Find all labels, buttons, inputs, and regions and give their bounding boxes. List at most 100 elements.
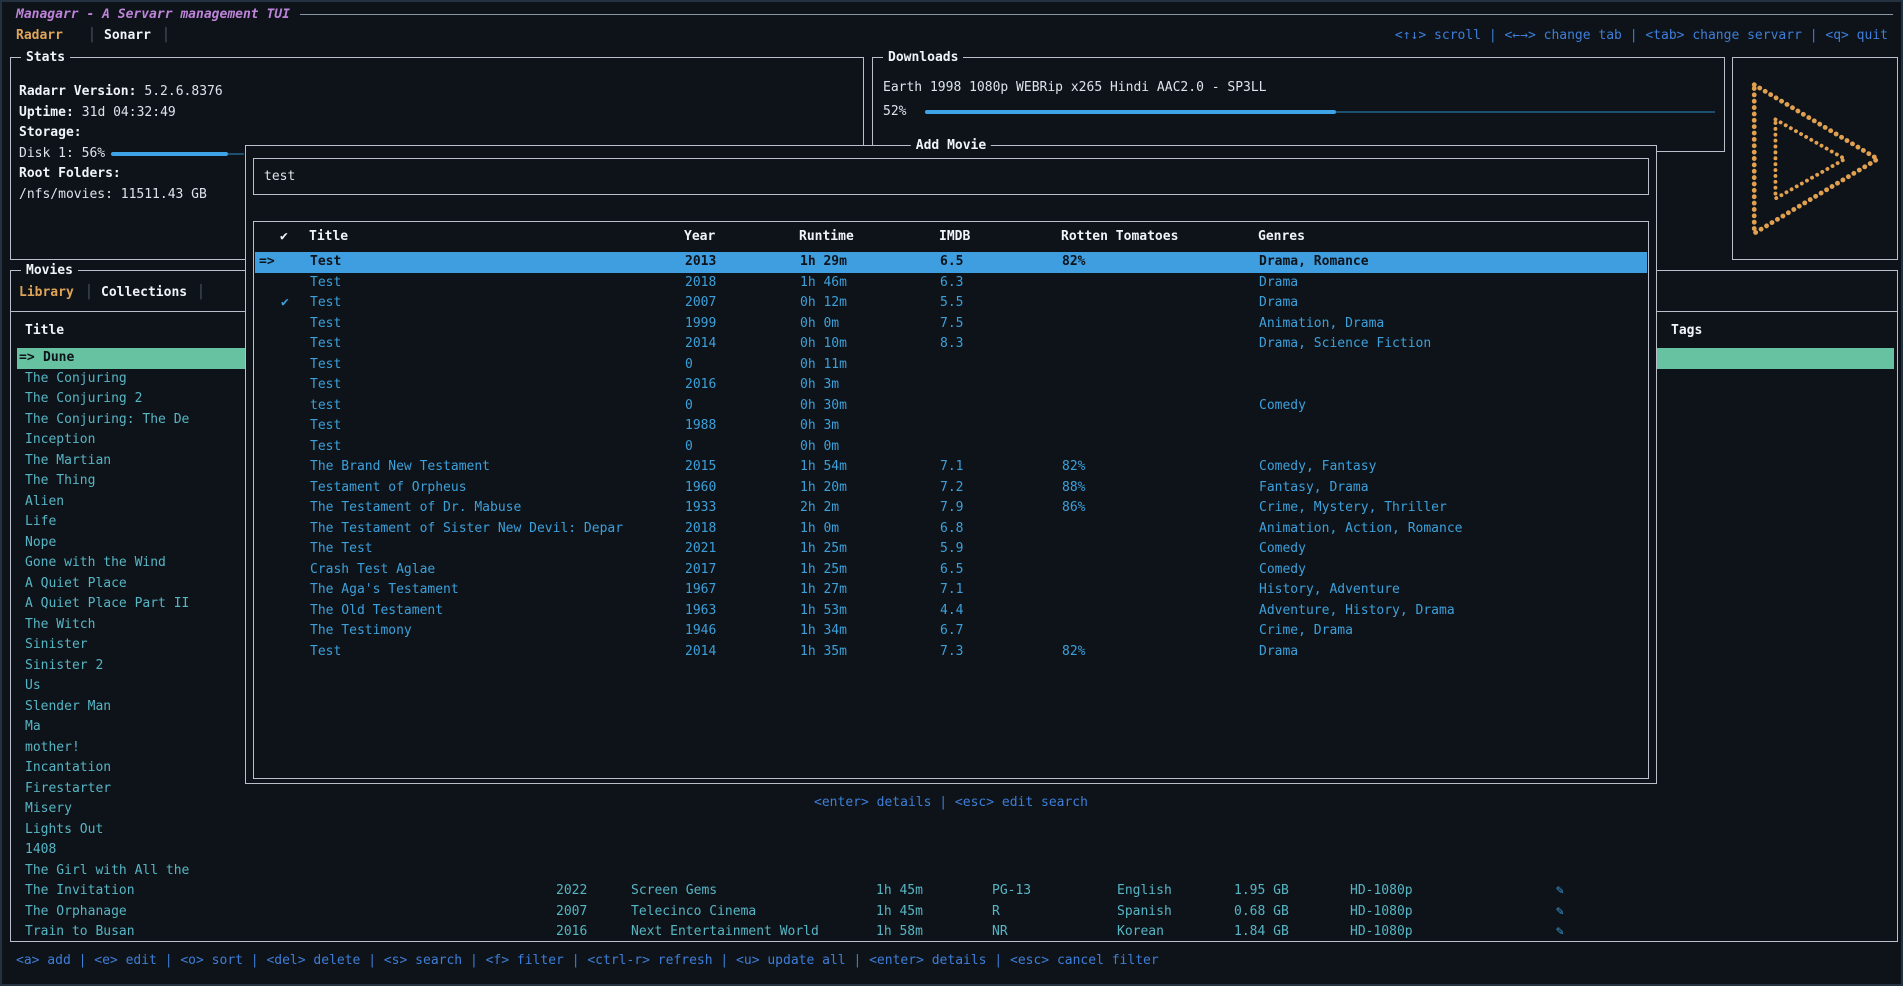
selection-arrow: => <box>19 348 35 369</box>
stats-version-line: Radarr Version:5.2.6.8376 <box>19 82 223 103</box>
movie-title: Life <box>25 514 56 529</box>
tab-sonarr[interactable]: Sonarr <box>104 26 151 46</box>
movie-quality: HD-1080p <box>1350 902 1413 923</box>
result-imdb: 7.5 <box>940 314 963 335</box>
header-imdb: IMDB <box>939 227 970 247</box>
downloads-panel-title: Downloads <box>883 48 963 67</box>
movie-title: The Invitation <box>25 883 135 898</box>
add-movie-results-rows: =>Test20131h 29m6.582%Drama, RomanceTest… <box>255 252 1647 662</box>
movie-year: 2007 <box>556 902 587 923</box>
result-imdb: 6.8 <box>940 519 963 540</box>
result-runtime: 1h 34m <box>800 621 847 642</box>
result-year: 1963 <box>685 601 716 622</box>
add-movie-result-row[interactable]: Test19880h 3m <box>255 416 1647 437</box>
result-genres: Comedy <box>1259 539 1306 560</box>
add-movie-result-row[interactable]: Crash Test Aglae20171h 25m6.5Comedy <box>255 560 1647 581</box>
result-genres: Comedy <box>1259 396 1306 417</box>
result-imdb: 7.1 <box>940 580 963 601</box>
movie-title: Us <box>25 678 41 693</box>
tab-radarr[interactable]: Radarr <box>16 26 63 46</box>
result-imdb: 6.3 <box>940 273 963 294</box>
result-title: The Testament of Dr. Mabuse <box>310 498 521 519</box>
movie-studio: Screen Gems <box>631 881 717 902</box>
add-movie-result-row[interactable]: ✔Test20070h 12m5.5Drama <box>255 293 1647 314</box>
movie-runtime: 1h 45m <box>876 881 923 902</box>
tab-separator: │ <box>85 283 93 303</box>
result-imdb: 6.7 <box>940 621 963 642</box>
stats-uptime-line: Uptime:31d 04:32:49 <box>19 103 176 124</box>
movie-year: 2016 <box>556 922 587 943</box>
result-title: Test <box>310 437 341 458</box>
column-header-tags: Tags <box>1671 321 1702 341</box>
download-release-name: Earth 1998 1080p WEBRip x265 Hindi AAC2.… <box>883 78 1267 99</box>
download-gauge-fill <box>925 110 1336 114</box>
result-title: The Test <box>310 539 373 560</box>
header-year: Year <box>684 227 715 247</box>
header-check: ✔ <box>280 227 288 247</box>
add-movie-result-row[interactable]: The Old Testament19631h 53m4.4Adventure,… <box>255 601 1647 622</box>
result-year: 1946 <box>685 621 716 642</box>
add-movie-result-row[interactable]: Test00h 0m <box>255 437 1647 458</box>
movie-title: Gone with the Wind <box>25 555 166 570</box>
stats-rootfolder-value: /nfs/movies: 11511.43 GB <box>19 185 207 206</box>
header-genres: Genres <box>1258 227 1305 247</box>
result-year: 2016 <box>685 375 716 396</box>
library-movie-row[interactable]: The Invitation2022Screen Gems1h 45mPG-13… <box>17 881 1894 902</box>
popup-keybinds: <enter> details | <esc> edit search <box>245 793 1657 813</box>
movie-title: The Girl with All the <box>25 863 189 878</box>
tab-collections[interactable]: Collections <box>101 283 187 303</box>
result-imdb: 5.9 <box>940 539 963 560</box>
result-title: Test <box>310 293 341 314</box>
add-movie-result-row[interactable]: Test20141h 35m7.382%Drama <box>255 642 1647 663</box>
header-rotten-tomatoes: Rotten Tomatoes <box>1061 227 1178 247</box>
add-movie-result-row[interactable]: The Testament of Dr. Mabuse19332h 2m7.98… <box>255 498 1647 519</box>
add-movie-result-row[interactable]: Test20160h 3m <box>255 375 1647 396</box>
pencil-icon: ✎ <box>1556 881 1564 902</box>
result-runtime: 0h 12m <box>800 293 847 314</box>
library-movie-row[interactable]: Train to Busan2016Next Entertainment Wor… <box>17 922 1894 943</box>
result-title: Crash Test Aglae <box>310 560 435 581</box>
disk-usage-gauge <box>111 144 244 165</box>
result-year: 1960 <box>685 478 716 499</box>
movie-title: Ma <box>25 719 41 734</box>
result-rotten_tomatoes: 82% <box>1062 642 1085 663</box>
header-runtime: Runtime <box>799 227 854 247</box>
result-runtime: 0h 3m <box>800 375 839 396</box>
add-movie-result-row[interactable]: Test19990h 0m7.5Animation, Drama <box>255 314 1647 335</box>
uptime-label: Uptime: <box>19 105 74 120</box>
add-movie-result-row[interactable]: The Testament of Sister New Devil: Depar… <box>255 519 1647 540</box>
add-movie-result-row[interactable]: The Brand New Testament20151h 54m7.182%C… <box>255 457 1647 478</box>
checkmark-icon: ✔ <box>281 293 289 314</box>
add-movie-result-row[interactable]: test00h 30mComedy <box>255 396 1647 417</box>
movie-size: 1.84 GB <box>1234 922 1289 943</box>
add-movie-result-row[interactable]: Test00h 11m <box>255 355 1647 376</box>
pencil-icon: ✎ <box>1556 922 1564 943</box>
footer-keybinds: <a> add | <e> edit | <o> sort | <del> de… <box>16 951 1159 971</box>
result-genres: Animation, Action, Romance <box>1259 519 1463 540</box>
result-year: 1988 <box>685 416 716 437</box>
result-year: 2007 <box>685 293 716 314</box>
stats-rootfolders-line: Root Folders: <box>19 164 129 185</box>
result-runtime: 0h 0m <box>800 314 839 335</box>
search-input[interactable]: test <box>253 158 1649 195</box>
add-movie-title: Add Movie <box>911 136 991 155</box>
result-imdb: 7.9 <box>940 498 963 519</box>
column-header-title: Title <box>25 321 64 341</box>
add-movie-result-row[interactable]: The Testimony19461h 34m6.7Crime, Drama <box>255 621 1647 642</box>
add-movie-result-row[interactable]: Testament of Orpheus19601h 20m7.288%Fant… <box>255 478 1647 499</box>
result-runtime: 1h 0m <box>800 519 839 540</box>
library-movie-row[interactable]: The Orphanage2007Telecinco Cinema1h 45mR… <box>17 902 1894 923</box>
movie-runtime: 1h 45m <box>876 902 923 923</box>
add-movie-result-row[interactable]: =>Test20131h 29m6.582%Drama, Romance <box>255 252 1647 273</box>
result-runtime: 1h 27m <box>800 580 847 601</box>
tab-separator: │ <box>197 283 205 303</box>
disk-label: Disk 1: <box>19 146 74 161</box>
add-movie-result-row[interactable]: Test20181h 46m6.3Drama <box>255 273 1647 294</box>
result-title: Test <box>310 314 341 335</box>
add-movie-result-row[interactable]: The Test20211h 25m5.9Comedy <box>255 539 1647 560</box>
tab-library[interactable]: Library <box>19 283 74 303</box>
result-genres: Crime, Mystery, Thriller <box>1259 498 1447 519</box>
add-movie-result-row[interactable]: The Aga's Testament19671h 27m7.1History,… <box>255 580 1647 601</box>
result-runtime: 1h 25m <box>800 560 847 581</box>
add-movie-result-row[interactable]: Test20140h 10m8.3Drama, Science Fiction <box>255 334 1647 355</box>
